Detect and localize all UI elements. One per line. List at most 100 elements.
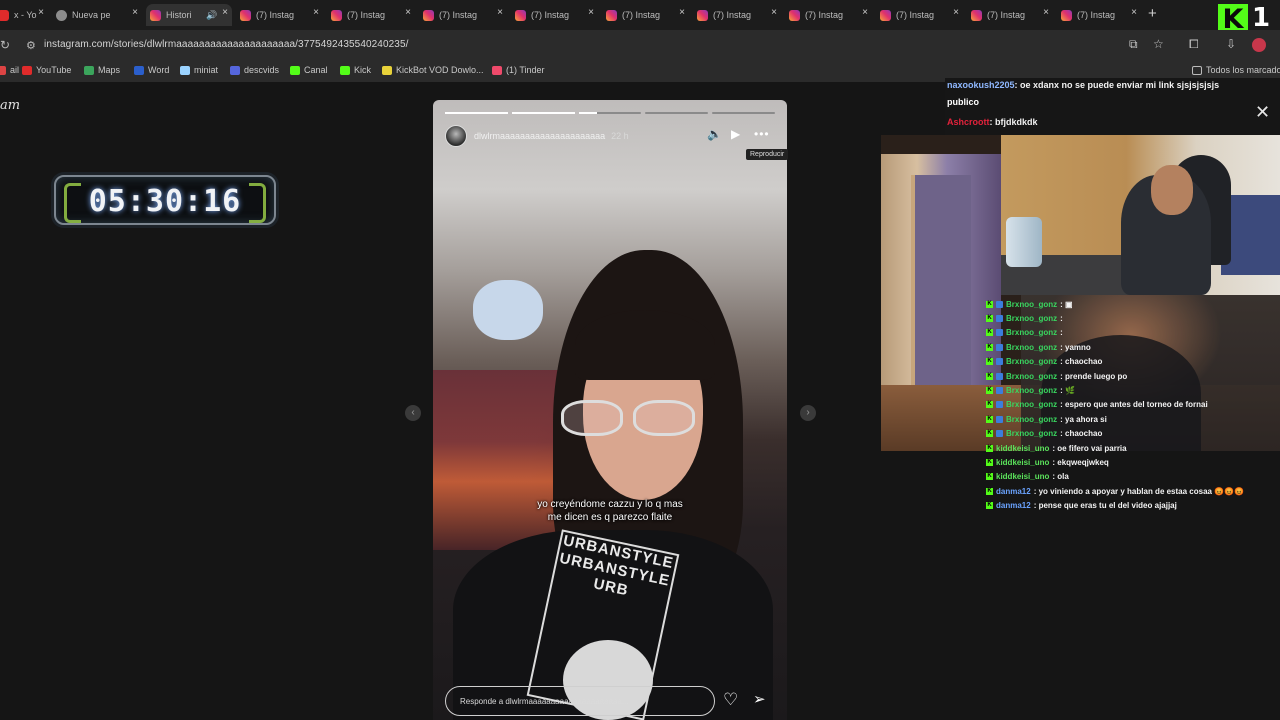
tab-10[interactable]: (7) Instag ×: [785, 4, 872, 26]
tab-1[interactable]: x - Yo ×: [0, 4, 48, 26]
bookmark-item[interactable]: Kick: [340, 65, 371, 75]
chat-username[interactable]: kiddkeisi_uno: [996, 458, 1049, 467]
bookmark-label: KickBot VOD Dowlo...: [396, 65, 484, 75]
reply-input[interactable]: Responde a dlwlrmaaaaaaaaaaaaaaaaaaaaa..…: [445, 686, 715, 716]
prev-story-button[interactable]: ‹: [405, 405, 421, 421]
more-options-icon[interactable]: •••: [754, 127, 770, 141]
tab-title: (7) Instag: [987, 10, 1025, 20]
bookmark-item[interactable]: ail: [0, 65, 19, 75]
tab-close-icon[interactable]: ×: [953, 7, 959, 18]
downloads-icon[interactable]: ⇩: [1226, 37, 1236, 51]
close-icon[interactable]: ✕: [1255, 102, 1270, 123]
bookmark-item[interactable]: Word: [134, 65, 169, 75]
story-viewer[interactable]: URBANSTYLE URBANSTYLE URB dlwlrmaaaaaaaa…: [433, 100, 787, 720]
tab-7[interactable]: (7) Instag ×: [511, 4, 598, 26]
chat-username[interactable]: Brxnoo_gonz: [1006, 328, 1057, 337]
chat-row: Kkiddkeisi_uno: ola: [986, 470, 1069, 484]
chat-username[interactable]: naxookush2205: [947, 80, 1015, 90]
bookmark-item[interactable]: Canal: [290, 65, 328, 75]
instagram-icon: [789, 9, 800, 21]
cast-icon[interactable]: ⧉: [1129, 37, 1138, 52]
tab-close-icon[interactable]: ×: [405, 7, 411, 18]
bookmark-item[interactable]: descvids: [230, 65, 279, 75]
tab-5[interactable]: (7) Instag ×: [327, 4, 415, 26]
url-field[interactable]: instagram.com/stories/dlwlrmaaaaaaaaaaaa…: [44, 39, 409, 50]
tab-title: (7) Instag: [531, 10, 569, 20]
reload-icon[interactable]: ↻: [0, 38, 10, 52]
story-progress-segment: [511, 112, 575, 114]
tab-close-icon[interactable]: ×: [222, 7, 228, 18]
tab-3[interactable]: Histori 🔊 ×: [146, 4, 232, 26]
chat-username[interactable]: Brxnoo_gonz: [1006, 415, 1057, 424]
bookmark-label: Canal: [304, 65, 328, 75]
chat-username[interactable]: kiddkeisi_uno: [996, 472, 1049, 481]
chat-top-line: Ashcroott: bfjdkdkdk: [947, 117, 1038, 127]
chat-username[interactable]: Brxnoo_gonz: [1006, 429, 1057, 438]
tab-4[interactable]: (7) Instag ×: [236, 4, 323, 26]
chat-message: : chaochao: [1060, 429, 1103, 439]
bookmark-item[interactable]: miniat: [180, 65, 218, 75]
new-tab-button[interactable]: +: [1148, 5, 1157, 22]
chat-username[interactable]: kiddkeisi_uno: [996, 444, 1049, 453]
webcam-bottles: [1006, 217, 1042, 267]
tab-9[interactable]: (7) Instag ×: [693, 4, 781, 26]
tab-6[interactable]: (7) Instag ×: [419, 4, 507, 26]
chat-username[interactable]: Brxnoo_gonz: [1006, 386, 1057, 395]
tab-title: (7) Instag: [256, 10, 294, 20]
tab-close-icon[interactable]: ×: [497, 7, 503, 18]
chat-username[interactable]: danma12: [996, 501, 1031, 510]
tab-12[interactable]: (7) Instag ×: [967, 4, 1053, 26]
bookmark-item[interactable]: YouTube: [22, 65, 71, 75]
chat-username[interactable]: Brxnoo_gonz: [1006, 300, 1057, 309]
tab-13[interactable]: (7) Instag ×: [1057, 4, 1141, 26]
tab-close-icon[interactable]: ×: [313, 7, 319, 18]
chat-row: K Brxnoo_gonz: ▣: [986, 297, 1073, 311]
story-header: dlwlrmaaaaaaaaaaaaaaaaaaaaa 22 h: [445, 125, 629, 147]
story-progress-fill: [511, 112, 575, 114]
story-progress-segment: [645, 112, 709, 114]
tab-close-icon[interactable]: ×: [771, 7, 777, 18]
profile-avatar[interactable]: [1252, 38, 1266, 52]
tab-close-icon[interactable]: ×: [1043, 7, 1049, 18]
tab-title: (7) Instag: [896, 10, 934, 20]
story-glasses: [561, 400, 711, 436]
bookmarks-folder[interactable]: Todos los marcado: [1192, 65, 1280, 75]
bookmark-item[interactable]: (1) Tinder: [492, 65, 545, 75]
tab-8[interactable]: (7) Instag ×: [602, 4, 689, 26]
chat-username[interactable]: danma12: [996, 487, 1031, 496]
chat-username[interactable]: Brxnoo_gonz: [1006, 314, 1057, 323]
next-story-button[interactable]: ›: [800, 405, 816, 421]
send-icon[interactable]: ➢: [753, 690, 766, 708]
tab-11[interactable]: (7) Instag ×: [876, 4, 963, 26]
story-username[interactable]: dlwlrmaaaaaaaaaaaaaaaaaaaaa: [474, 131, 605, 141]
tab-close-icon[interactable]: ×: [679, 7, 685, 18]
tab-2[interactable]: Nueva pes ×: [52, 4, 142, 26]
volume-icon[interactable]: 🔈: [707, 127, 722, 141]
tab-close-icon[interactable]: ×: [862, 7, 868, 18]
chat-message: :: [1060, 328, 1063, 338]
chat-username[interactable]: Brxnoo_gonz: [1006, 343, 1057, 352]
tab-close-icon[interactable]: ×: [588, 7, 594, 18]
chat-username[interactable]: Ashcroott: [947, 117, 990, 127]
tab-close-icon[interactable]: ×: [132, 7, 138, 18]
kickbot-icon: [382, 65, 392, 75]
chat-row: K Brxnoo_gonz: chaochao: [986, 355, 1102, 369]
bookmark-item[interactable]: Maps: [84, 65, 120, 75]
speaker-icon[interactable]: 🔊: [206, 10, 217, 21]
instagram-logo[interactable]: am: [0, 98, 20, 113]
tab-close-icon[interactable]: ×: [38, 7, 44, 18]
heart-icon[interactable]: ♡: [723, 690, 738, 710]
chat-username[interactable]: Brxnoo_gonz: [1006, 372, 1057, 381]
story-avatar[interactable]: [445, 125, 467, 147]
subscriber-badge-icon: [996, 358, 1003, 366]
chat-username[interactable]: Brxnoo_gonz: [1006, 357, 1057, 366]
chat-row: Kkiddkeisi_uno: oe fifero vai parria: [986, 441, 1127, 455]
bookmark-star-icon[interactable]: ☆: [1153, 37, 1164, 51]
extensions-icon[interactable]: ⧠: [1189, 37, 1199, 52]
bookmark-item[interactable]: KickBot VOD Dowlo...: [382, 65, 484, 75]
caption-line-2: me dicen es q parezco flaite: [547, 512, 673, 523]
tab-close-icon[interactable]: ×: [1131, 7, 1137, 18]
chat-username[interactable]: Brxnoo_gonz: [1006, 400, 1057, 409]
site-settings-icon[interactable]: ⚙: [26, 39, 36, 52]
play-icon[interactable]: ▶: [731, 127, 740, 141]
